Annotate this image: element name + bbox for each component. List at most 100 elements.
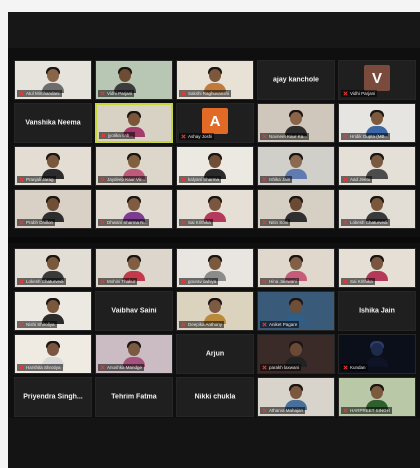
participant-name-label: kalyani Sharma (179, 175, 222, 183)
mic-muted-icon (19, 365, 24, 370)
participant-name-label: Atharva Mahajan (260, 406, 306, 414)
participant-name: Pranjali Jarag (26, 176, 54, 182)
participant-name-label: parakh laxwani (260, 363, 302, 371)
participant-tile[interactable]: Nishi Shiroliya (14, 291, 92, 331)
participant-name-label: Ashay Joshi (179, 132, 215, 140)
participant-name-label: Nitin Soni (260, 218, 291, 226)
participant-tile[interactable]: Ishika Jain (257, 146, 335, 186)
participant-tile[interactable]: parakh laxwani (257, 334, 335, 374)
participant-tile[interactable]: Atharva Mahajan (257, 377, 335, 417)
participant-name-label: Jaydeep Kaur Vir... (98, 175, 147, 183)
participant-tile[interactable]: Priyendra Singh... (14, 377, 92, 417)
mic-muted-icon (181, 322, 186, 327)
participant-tile[interactable]: Vanshika Neema (14, 103, 92, 143)
participant-name-label: Aniket Pagare (260, 320, 300, 328)
participant-tile[interactable]: Anushka Mandge (95, 334, 173, 374)
participant-name-label: Vidhi Parjani (341, 89, 378, 97)
participant-tile[interactable]: Jaydeep Kaur Vir... (95, 146, 173, 186)
participant-tile[interactable]: Lokesh Chaturvedi (14, 248, 92, 288)
participant-tile[interactable]: Aad Jeetu (338, 146, 416, 186)
participant-name-label: Deepika Anthony (179, 320, 225, 328)
participant-name: gourav dahiya (188, 278, 217, 284)
mic-muted-icon (262, 177, 267, 182)
participant-tile[interactable]: Aniket Pagare (257, 291, 335, 331)
participant-name-label: Lokesh Chaturvedi (341, 218, 390, 226)
mic-muted-icon (19, 322, 24, 327)
participant-tile[interactable]: Vaibhav Saini (95, 291, 173, 331)
participant-name-label: Sai Krithika (341, 277, 375, 285)
participant-name: Sai Krithika (188, 219, 211, 225)
participant-tile[interactable]: Lokesh Chaturvedi (338, 189, 416, 229)
mic-muted-icon (100, 279, 105, 284)
participant-name-label: Prabh Dhillon (17, 218, 56, 226)
participant-tile[interactable]: Nikki chukla (176, 377, 254, 417)
participant-name-label: Ishika Jain (260, 175, 293, 183)
participant-name: Prabh Dhillon (26, 219, 54, 225)
participant-tile[interactable]: A Ashay Joshi (176, 103, 254, 143)
participant-name: Nikki chukla (194, 393, 236, 401)
participant-name-label: Vidhi Parjani (98, 89, 135, 97)
participant-tile[interactable]: jyotika sab... (95, 103, 173, 143)
mic-muted-icon (343, 279, 348, 284)
participant-tile[interactable]: kalyani Sharma (176, 146, 254, 186)
participant-name-label: Mohini Thakur (98, 277, 138, 285)
participant-name: HARPREET SINGH (350, 407, 390, 413)
participant-tile[interactable]: Pranjali Jarag (14, 146, 92, 186)
participant-name: Navneet Kaur Ka... (269, 133, 308, 139)
participant-name-label: Lokesh Chaturvedi (17, 277, 66, 285)
participant-name-label: Sai Krithika (179, 218, 213, 226)
participant-tile[interactable]: Tehrim Fatma (95, 377, 173, 417)
participant-name-label: Hina Jaiswani (260, 277, 299, 285)
participant-name: Kundan (350, 364, 366, 370)
participant-tile[interactable]: Mohini Thakur (95, 248, 173, 288)
participant-name-label: Atul Mirchandani (17, 89, 62, 97)
participant-tile[interactable]: V Vidhi Parjani (338, 60, 416, 100)
participant-name-label: Hridik Gupta (MB... (341, 132, 391, 140)
mic-muted-icon (343, 177, 348, 182)
participant-name: Sai Krithika (350, 278, 373, 284)
mic-muted-icon (100, 91, 105, 96)
participant-tile[interactable]: Sai Krithika (176, 189, 254, 229)
participant-tile[interactable]: Deepika Anthony (176, 291, 254, 331)
participant-tile[interactable]: Hina Jaiswani (257, 248, 335, 288)
participant-tile[interactable]: gourav dahiya (176, 248, 254, 288)
participant-tile[interactable]: Prabh Dhillon (14, 189, 92, 229)
participant-name: Dhwani Sharma N... (107, 219, 148, 225)
participant-tile[interactable]: Hridik Gupta (MB... (338, 103, 416, 143)
mic-muted-icon (343, 134, 348, 139)
participant-tile[interactable]: Arjun (176, 334, 254, 374)
participant-name: Nishi Shiroliya (26, 321, 55, 327)
mic-muted-icon (343, 365, 348, 370)
participant-tile[interactable]: Sakshi Raghuvanshi (176, 60, 254, 100)
mic-muted-icon (343, 220, 348, 225)
mic-muted-icon (181, 279, 186, 284)
participant-name: Hridik Gupta (MB... (350, 133, 389, 139)
participant-tile[interactable]: Ishika Jain (338, 291, 416, 331)
participant-tile[interactable]: Kundan (338, 334, 416, 374)
participant-name-label: HARPREET SINGH (341, 406, 392, 414)
mic-muted-icon (181, 91, 186, 96)
participant-tile[interactable]: HARPREET SINGH (338, 377, 416, 417)
participant-name: Ashay Joshi (188, 133, 213, 139)
participant-tile[interactable]: Harshita Shrotiya (14, 334, 92, 374)
participant-tile[interactable]: Navneet Kaur Ka... (257, 103, 335, 143)
participant-tile[interactable]: Atul Mirchandani (14, 60, 92, 100)
bottom-bar (8, 418, 420, 468)
meeting-window: Atul Mirchandani Vidhi Parjani Sakshi Ragh… (8, 12, 420, 468)
participant-tile[interactable]: Sai Krithika (338, 248, 416, 288)
participant-name: Tehrim Fatma (111, 393, 157, 401)
participant-name-label: Aad Jeetu (341, 175, 373, 183)
participant-tile[interactable]: Nitin Soni (257, 189, 335, 229)
participant-name: ajay kanchole (273, 76, 319, 84)
top-bar (8, 12, 420, 48)
participant-name-label: Anushka Mandge (98, 363, 145, 371)
mic-muted-icon (101, 133, 106, 138)
participant-tile[interactable]: ajay kanchole (257, 60, 335, 100)
participant-tile[interactable]: Vidhi Parjani (95, 60, 173, 100)
mic-muted-icon (181, 134, 186, 139)
participant-tile[interactable]: Dhwani Sharma N... (95, 189, 173, 229)
mic-muted-icon (19, 279, 24, 284)
participant-name: jyotika sab... (108, 132, 134, 138)
mic-muted-icon (100, 220, 105, 225)
participant-name-label: gourav dahiya (179, 277, 219, 285)
